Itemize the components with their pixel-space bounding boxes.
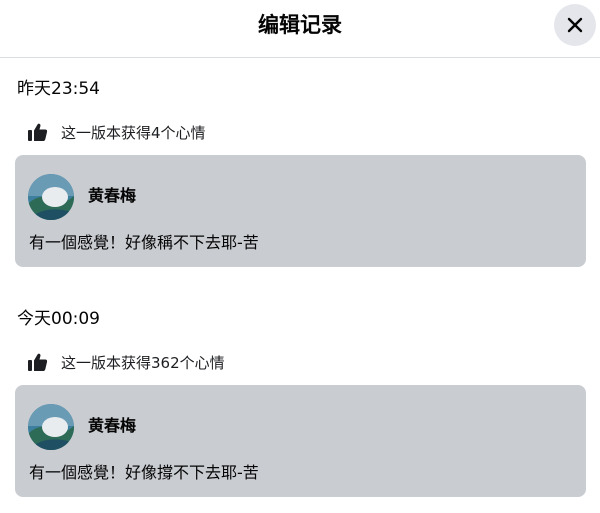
author-name[interactable]: 黄春梅 (88, 415, 136, 437)
dialog-title: 编辑记录 (258, 13, 342, 37)
reactions-text: 这一版本获得362个心情 (61, 354, 225, 372)
close-icon (567, 17, 583, 33)
avatar[interactable] (28, 404, 74, 450)
close-button[interactable] (554, 4, 596, 46)
thumbs-up-icon (28, 123, 48, 141)
version-timestamp: 今天00:09 (17, 309, 100, 329)
dialog-header: 编辑记录 (0, 0, 600, 58)
version-timestamp: 昨天23:54 (17, 79, 100, 99)
author-name[interactable]: 黄春梅 (88, 185, 136, 207)
reactions-text: 这一版本获得4个心情 (61, 124, 206, 142)
avatar[interactable] (28, 174, 74, 220)
thumbs-up-icon (28, 353, 48, 371)
post-card: 黄春梅 有一個感覺！好像撐不下去耶-苦 (15, 385, 586, 497)
post-text: 有一個感覺！好像撐不下去耶-苦 (29, 463, 259, 482)
post-text: 有一個感覺！好像稱不下去耶-苦 (29, 233, 259, 252)
post-card: 黄春梅 有一個感覺！好像稱不下去耶-苦 (15, 155, 586, 267)
